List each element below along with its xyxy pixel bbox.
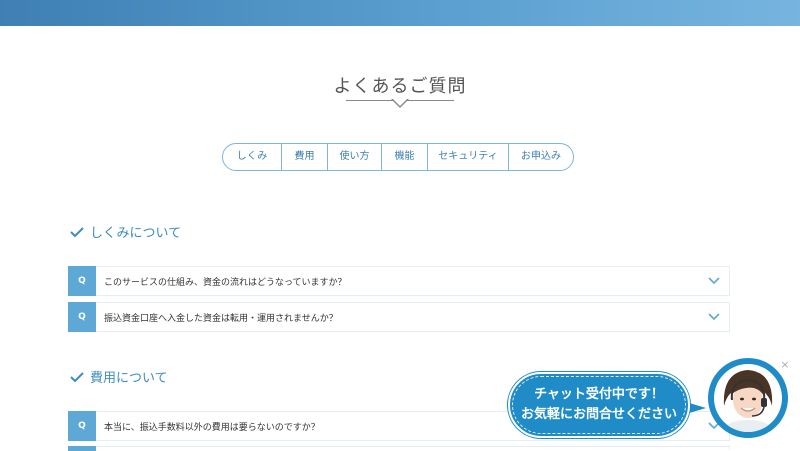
tab-apply[interactable]: お申込み [509,144,573,170]
question-badge: Q [68,265,96,296]
chat-invite-bubble[interactable]: チャット受付中です！ お気軽にお問合せください [508,372,690,438]
chat-close-icon[interactable]: × [779,359,791,371]
question-badge: Q [68,301,96,332]
section-heading-shikumi: しくみについて [68,222,181,241]
tab-features[interactable]: 機能 [382,144,428,170]
chat-line-2: お気軽にお問合せください [520,407,677,422]
section-heading-text: しくみについて [90,226,182,241]
chat-line-1: チャット受付中です！ [534,387,664,402]
top-banner [0,0,800,26]
title-notch-fill [393,99,407,106]
tab-shikumi[interactable]: しくみ [223,144,282,170]
section-heading-text: 費用について [90,371,168,386]
page-title: よくあるご質問 [333,76,467,97]
faq-item[interactable]: Q 振込資金口座へ入金した資金は転用・運用されませんか？ [68,301,730,332]
question-text: 振込資金口座へ入金した資金は転用・運用されませんか？ [104,313,338,324]
check-icon [70,226,84,237]
chevron-down-icon[interactable] [707,312,721,322]
tab-security[interactable]: セキュリティ [428,144,509,170]
faq-item-next [68,445,730,451]
question-badge: Q [68,410,96,441]
question-text: このサービスの仕組み、資金の流れはどうなっていますか？ [104,277,347,288]
category-tabs: しくみ 費用 使い方 機能 セキュリティ お申込み [222,143,574,171]
check-icon [70,371,84,382]
chat-operator-avatar[interactable] [708,358,788,438]
section-heading-cost: 費用について [68,367,168,386]
faq-item[interactable]: Q このサービスの仕組み、資金の流れはどうなっていますか？ [68,265,730,296]
operator-icon [714,364,782,432]
chevron-down-icon[interactable] [707,276,721,286]
tab-cost[interactable]: 費用 [282,144,328,170]
tab-usage[interactable]: 使い方 [328,144,382,170]
